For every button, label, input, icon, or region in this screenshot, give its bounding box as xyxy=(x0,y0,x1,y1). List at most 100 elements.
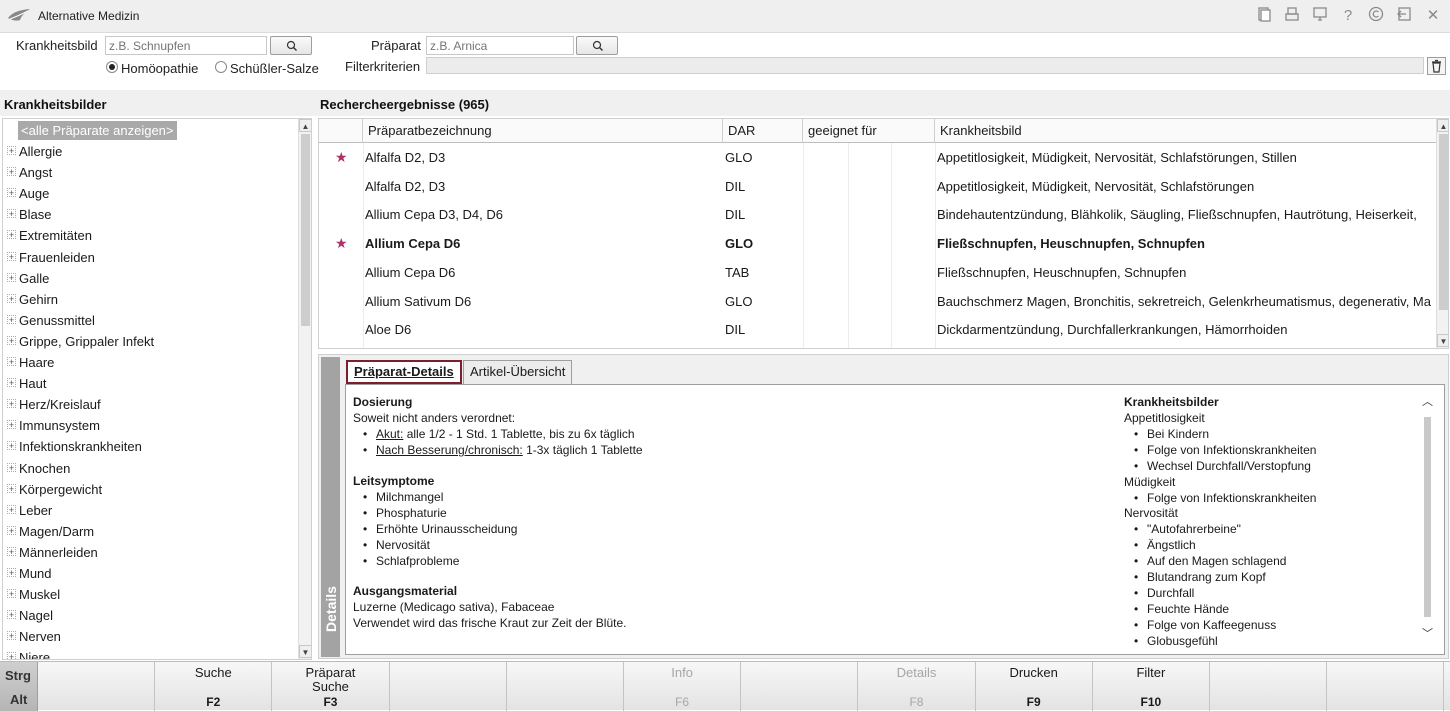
clear-filter-button[interactable] xyxy=(1427,57,1446,75)
fkey-drucken[interactable]: Drucken F9 xyxy=(976,662,1093,711)
expand-icon[interactable]: + xyxy=(7,525,16,535)
column-header-praeparat[interactable]: Präparatbezeichnung xyxy=(363,119,723,143)
tree-item[interactable]: + Knochen xyxy=(3,458,297,479)
tree-item[interactable]: + Genussmittel xyxy=(3,310,297,331)
tree-item[interactable]: + Haare xyxy=(3,352,297,373)
table-row[interactable]: ★ Allium Cepa D6 GLO Fließschnupfen, Heusch… xyxy=(319,229,1437,258)
scroll-up-icon[interactable]: ▲ xyxy=(299,119,311,132)
tree-item[interactable]: + Galle xyxy=(3,268,297,289)
tree-item[interactable]: + Gehirn xyxy=(3,289,297,310)
tree-item[interactable]: + Herz/Kreislauf xyxy=(3,394,297,415)
tree-scroll-thumb[interactable] xyxy=(301,134,310,326)
tree-item[interactable]: + Niere xyxy=(3,647,297,659)
expand-icon[interactable]: + xyxy=(7,335,16,345)
expand-icon[interactable]: + xyxy=(7,546,16,556)
expand-icon[interactable]: + xyxy=(7,230,16,240)
fkey-empty-6[interactable] xyxy=(741,662,859,711)
expand-icon[interactable]: + xyxy=(7,504,16,514)
results-scroll-thumb[interactable] xyxy=(1439,134,1448,310)
printer-icon[interactable] xyxy=(1282,6,1302,26)
tab-praeparat-details[interactable]: Präparat-Details xyxy=(346,360,462,384)
table-row[interactable]: Allium Cepa D6 TAB Fließschnupfen, Heuschn… xyxy=(319,258,1437,287)
table-row[interactable]: Aloe D6 DIL Dickdarmentzündung, Durchfalle… xyxy=(319,315,1437,344)
tree-item[interactable]: + Frauenleiden xyxy=(3,247,297,268)
help-icon[interactable]: ? xyxy=(1338,6,1358,26)
fkey-filter[interactable]: Filter F10 xyxy=(1093,662,1210,711)
tree-item[interactable]: + Nagel xyxy=(3,605,297,626)
expand-icon[interactable]: + xyxy=(7,441,16,451)
tree-item[interactable]: + Extremitäten xyxy=(3,225,297,246)
scroll-down-icon[interactable]: ▼ xyxy=(1437,334,1448,347)
chevron-down-icon[interactable]: ﹀ xyxy=(1421,625,1434,641)
expand-icon[interactable]: + xyxy=(7,209,16,219)
tree-item[interactable]: + Auge xyxy=(3,183,297,204)
tree-item[interactable]: + Leber xyxy=(3,500,297,521)
table-row[interactable]: Allium Cepa D3, D4, D6 DIL Bindehautentzün… xyxy=(319,200,1437,229)
table-row[interactable]: ★ Alfalfa D2, D3 GLO Appetitlosigkeit, Müdi… xyxy=(319,143,1437,172)
tree-item[interactable]: + Blase xyxy=(3,204,297,225)
details-scrollbar[interactable]: ︿ ﹀ xyxy=(1421,393,1434,643)
filterkriterien-field[interactable] xyxy=(426,57,1424,74)
radio-schuessler[interactable] xyxy=(215,61,227,73)
krankheitsbild-search-button[interactable] xyxy=(270,36,312,55)
tree-item[interactable]: + Haut xyxy=(3,373,297,394)
expand-icon[interactable]: + xyxy=(7,293,16,303)
column-header-krankheitsbild[interactable]: Krankheitsbild xyxy=(935,119,1437,143)
expand-icon[interactable]: + xyxy=(7,610,16,620)
fkey-empty-0[interactable] xyxy=(38,662,156,711)
expand-icon[interactable]: + xyxy=(7,568,16,578)
fkey-empty-11[interactable] xyxy=(1327,662,1445,711)
tab-artikel-uebersicht[interactable]: Artikel-Übersicht xyxy=(463,360,573,384)
monitor-icon[interactable] xyxy=(1310,6,1330,26)
expand-icon[interactable]: + xyxy=(7,357,16,367)
fkey-pr-parat-suche[interactable]: Präparat Suche F3 xyxy=(272,662,390,711)
tree-item[interactable]: + Infektionskrankheiten xyxy=(3,436,297,457)
expand-icon[interactable]: + xyxy=(7,631,16,641)
fkey-empty-4[interactable] xyxy=(507,662,624,711)
expand-icon[interactable]: + xyxy=(7,167,16,177)
tree-item[interactable]: + Muskel xyxy=(3,584,297,605)
tree-item[interactable]: + Magen/Darm xyxy=(3,521,297,542)
results-scrollbar[interactable]: ▲ ▼ xyxy=(1436,119,1448,348)
tree-item[interactable]: + Angst xyxy=(3,162,297,183)
tree-scrollbar[interactable]: ▲ ▼ xyxy=(298,119,311,659)
expand-icon[interactable]: + xyxy=(7,589,16,599)
fkey-suche[interactable]: Suche F2 xyxy=(155,662,273,711)
tree-item[interactable]: + Männerleiden xyxy=(3,542,297,563)
tree-item[interactable]: + Nerven xyxy=(3,626,297,647)
expand-icon[interactable]: + xyxy=(7,272,16,282)
exit-icon[interactable] xyxy=(1394,6,1414,26)
scroll-down-icon[interactable]: ▼ xyxy=(299,645,311,658)
expand-icon[interactable]: + xyxy=(7,399,16,409)
details-scroll-thumb[interactable] xyxy=(1424,417,1431,617)
praeparat-input[interactable] xyxy=(426,36,574,55)
expand-icon[interactable]: + xyxy=(7,483,16,493)
scroll-up-icon[interactable]: ▲ xyxy=(1437,119,1448,132)
close-icon[interactable]: ✕ xyxy=(1423,6,1443,26)
expand-icon[interactable]: + xyxy=(7,652,16,659)
expand-icon[interactable]: + xyxy=(7,314,16,324)
copyright-icon[interactable] xyxy=(1366,6,1386,26)
expand-icon[interactable]: + xyxy=(7,188,16,198)
expand-icon[interactable]: + xyxy=(7,462,16,472)
expand-icon[interactable]: + xyxy=(7,420,16,430)
tree-item[interactable]: + Grippe, Grippaler Infekt xyxy=(3,331,297,352)
fkey-empty-10[interactable] xyxy=(1210,662,1328,711)
table-row[interactable]: Alfalfa D2, D3 DIL Appetitlosigkeit, Müdig… xyxy=(319,172,1437,201)
fkey-empty-3[interactable] xyxy=(390,662,507,711)
radio-homoeopathie[interactable] xyxy=(106,61,118,73)
column-header-marker[interactable] xyxy=(319,119,363,143)
column-header-dar[interactable]: DAR xyxy=(723,119,803,143)
tree-item[interactable]: + Körpergewicht xyxy=(3,479,297,500)
krankheitsbild-input[interactable] xyxy=(105,36,267,55)
modifier-key-toggle[interactable]: Strg Alt xyxy=(0,662,38,711)
expand-icon[interactable]: + xyxy=(7,378,16,388)
chevron-up-icon[interactable]: ︿ xyxy=(1421,393,1434,409)
tree-item-all[interactable]: <alle Präparate anzeigen> xyxy=(3,120,297,141)
expand-icon[interactable]: + xyxy=(7,251,16,261)
column-header-geeignet[interactable]: geeignet für xyxy=(803,119,935,143)
document-icon[interactable] xyxy=(1254,6,1274,26)
tree-item[interactable]: + Immunsystem xyxy=(3,415,297,436)
table-row[interactable]: Allium Sativum D6 GLO Bauchschmerz Magen, … xyxy=(319,287,1437,316)
tree-item[interactable]: + Allergie xyxy=(3,141,297,162)
